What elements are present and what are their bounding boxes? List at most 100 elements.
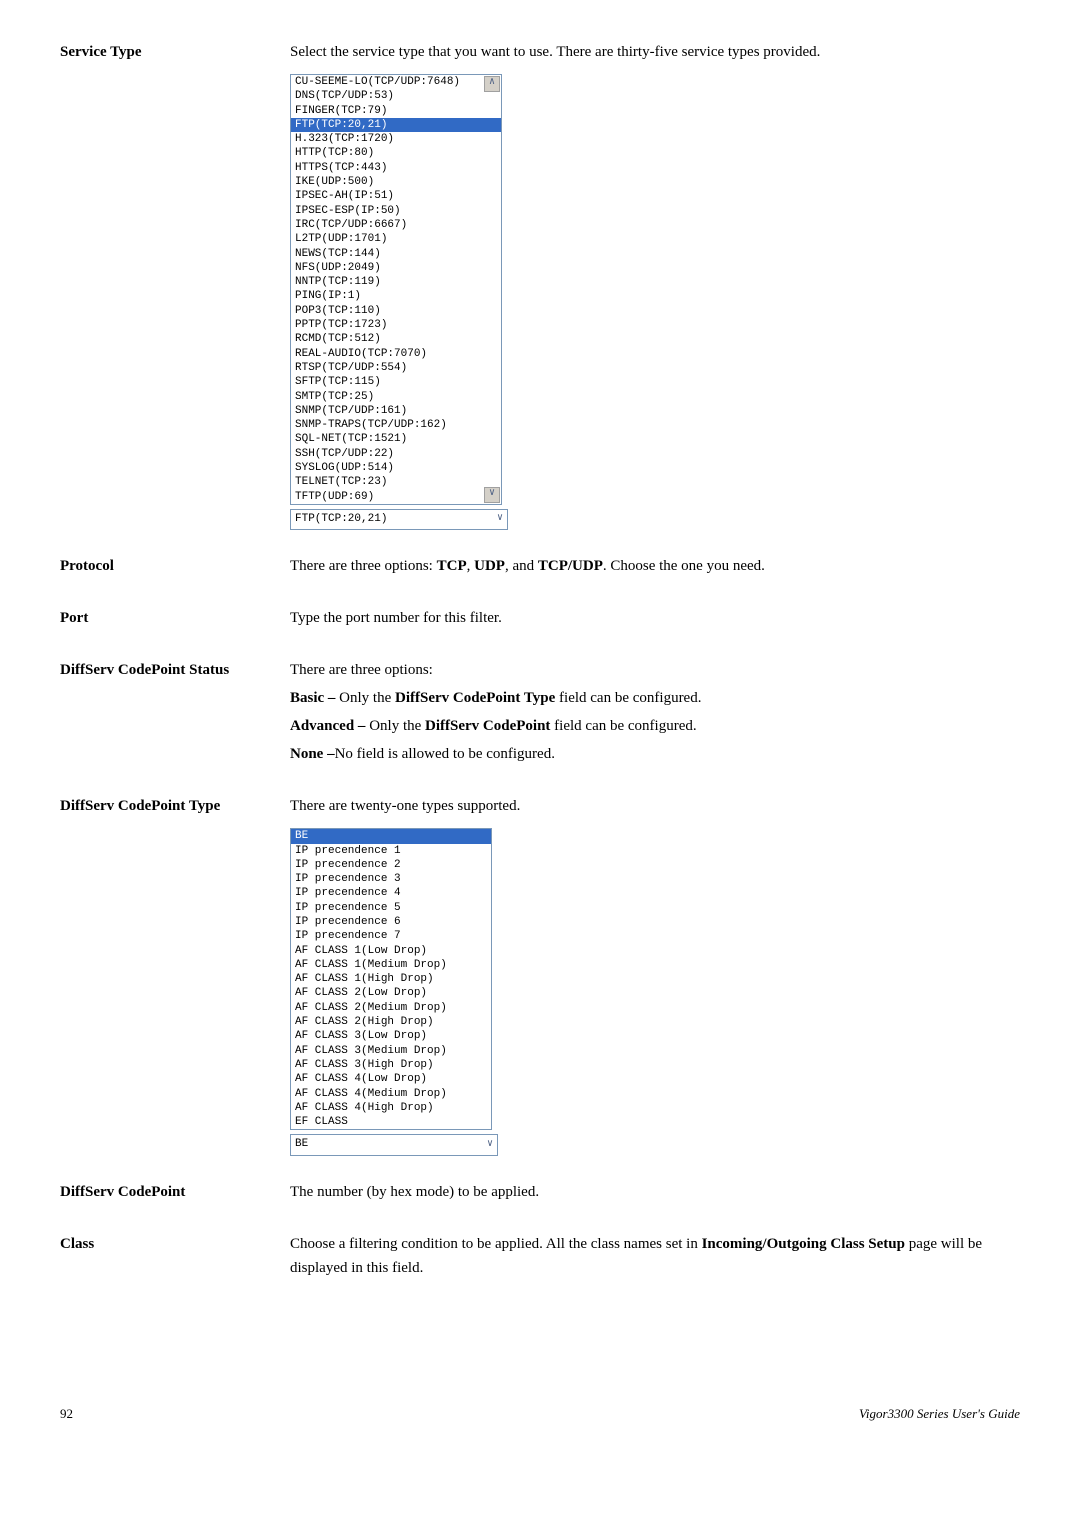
list-item[interactable]: AF CLASS 1(High Drop) [291,972,491,986]
list-item[interactable]: IP precendence 5 [291,901,491,915]
list-item[interactable]: PPTP(TCP:1723) [291,318,501,332]
dscp-status-line1: There are three options: [290,658,1020,682]
dscp-none-t: No field is allowed to be configured. [335,746,555,762]
class-b: Incoming/Outgoing Class Setup [702,1236,905,1252]
dscp-adv-b2: DiffServ CodePoint [425,718,550,734]
desc-dscp: The number (by hex mode) to be applied. [290,1180,1020,1208]
dscp-adv-t2: field can be configured. [550,718,696,734]
list-item[interactable]: TFTP(UDP:69) [291,490,501,504]
label-protocol: Protocol [60,554,290,578]
list-item[interactable]: L2TP(UDP:1701) [291,232,501,246]
list-item[interactable]: AF CLASS 4(Low Drop) [291,1072,491,1086]
list-item[interactable]: RTSP(TCP/UDP:554) [291,361,501,375]
protocol-udp: UDP [474,558,505,574]
dscp-basic-t1: Only the [339,690,395,706]
list-item[interactable]: AF CLASS 1(Medium Drop) [291,958,491,972]
row-class: Class Choose a filtering condition to be… [60,1232,1020,1284]
list-item[interactable]: AF CLASS 3(High Drop) [291,1058,491,1072]
list-item[interactable]: SQL-NET(TCP:1521) [291,432,501,446]
list-item[interactable]: SMTP(TCP:25) [291,390,501,404]
label-dscp: DiffServ CodePoint [60,1180,290,1204]
protocol-tcpudp: TCP/UDP [538,558,603,574]
list-item[interactable]: RCMD(TCP:512) [291,332,501,346]
list-item[interactable]: NFS(UDP:2049) [291,261,501,275]
dscp-basic-b2: DiffServ CodePoint Type [395,690,555,706]
desc-service-type: Select the service type that you want to… [290,40,1020,530]
service-type-listbox[interactable]: ∧ ∨ CU-SEEME-LO(TCP/UDP:7648)DNS(TCP/UDP… [290,74,502,505]
row-dscp-status: DiffServ CodePoint Status There are thre… [60,658,1020,770]
desc-port: Type the port number for this filter. [290,606,1020,634]
dscp-type-listbox[interactable]: BEIP precendence 1IP precendence 2IP pre… [290,828,492,1130]
scroll-up-icon[interactable]: ∧ [484,76,500,92]
row-dscp: DiffServ CodePoint The number (by hex mo… [60,1180,1020,1208]
list-item[interactable]: IPSEC-AH(IP:51) [291,189,501,203]
class-t1: Choose a filtering condition to be appli… [290,1236,702,1252]
desc-dscp-status: There are three options: Basic – Only th… [290,658,1020,770]
protocol-text-post: . Choose the one you need. [603,558,765,574]
port-text: Type the port number for this filter. [290,606,1020,630]
list-item[interactable]: TELNET(TCP:23) [291,475,501,489]
label-port: Port [60,606,290,630]
scroll-down-icon[interactable]: ∨ [484,487,500,503]
list-item[interactable]: IP precendence 4 [291,886,491,900]
label-class: Class [60,1232,290,1256]
dscp-type-dropdown-value: BE [295,1136,308,1154]
list-item[interactable]: IP precendence 3 [291,872,491,886]
list-item[interactable]: IP precendence 2 [291,858,491,872]
list-item[interactable]: POP3(TCP:110) [291,304,501,318]
list-item[interactable]: NEWS(TCP:144) [291,247,501,261]
service-type-dropdown[interactable]: FTP(TCP:20,21) ∨ [290,509,508,531]
list-item[interactable]: AF CLASS 1(Low Drop) [291,944,491,958]
list-item[interactable]: SSH(TCP/UDP:22) [291,447,501,461]
dscp-text: The number (by hex mode) to be applied. [290,1180,1020,1204]
list-item[interactable]: IP precendence 1 [291,844,491,858]
protocol-text-pre: There are three options: [290,558,437,574]
list-item[interactable]: SYSLOG(UDP:514) [291,461,501,475]
list-item[interactable]: HTTPS(TCP:443) [291,161,501,175]
page-number: 92 [60,1404,73,1425]
guide-title: Vigor3300 Series User's Guide [859,1404,1020,1425]
list-item[interactable]: IRC(TCP/UDP:6667) [291,218,501,232]
list-item[interactable]: AF CLASS 3(Low Drop) [291,1029,491,1043]
list-item[interactable]: AF CLASS 3(Medium Drop) [291,1044,491,1058]
list-item[interactable]: HTTP(TCP:80) [291,146,501,160]
list-item[interactable]: IKE(UDP:500) [291,175,501,189]
desc-dscp-type: There are twenty-one types supported. BE… [290,794,1020,1156]
dscp-adv-b: Advanced – [290,718,369,734]
row-protocol: Protocol There are three options: TCP, U… [60,554,1020,582]
row-dscp-type: DiffServ CodePoint Type There are twenty… [60,794,1020,1156]
list-item[interactable]: FINGER(TCP:79) [291,104,501,118]
list-item[interactable]: FTP(TCP:20,21) [291,118,501,132]
list-item[interactable]: SFTP(TCP:115) [291,375,501,389]
list-item[interactable]: EF CLASS [291,1115,491,1129]
label-dscp-status: DiffServ CodePoint Status [60,658,290,682]
dscp-basic-b: Basic – [290,690,339,706]
list-item[interactable]: AF CLASS 4(High Drop) [291,1101,491,1115]
dscp-type-dropdown[interactable]: BE ∨ [290,1134,498,1156]
label-service-type: Service Type [60,40,290,64]
list-item[interactable]: AF CLASS 2(Medium Drop) [291,1001,491,1015]
protocol-sep1: , [467,558,475,574]
list-item[interactable]: IPSEC-ESP(IP:50) [291,204,501,218]
label-dscp-type: DiffServ CodePoint Type [60,794,290,818]
list-item[interactable]: AF CLASS 2(Low Drop) [291,986,491,1000]
row-port: Port Type the port number for this filte… [60,606,1020,634]
list-item[interactable]: BE [291,829,491,843]
service-type-dropdown-value: FTP(TCP:20,21) [295,511,387,529]
dscp-basic-t2: field can be configured. [555,690,701,706]
list-item[interactable]: IP precendence 7 [291,929,491,943]
list-item[interactable]: DNS(TCP/UDP:53) [291,89,501,103]
list-item[interactable]: H.323(TCP:1720) [291,132,501,146]
list-item[interactable]: NNTP(TCP:119) [291,275,501,289]
list-item[interactable]: AF CLASS 2(High Drop) [291,1015,491,1029]
list-item[interactable]: SNMP-TRAPS(TCP/UDP:162) [291,418,501,432]
chevron-down-icon: ∨ [487,1137,493,1153]
list-item[interactable]: AF CLASS 4(Medium Drop) [291,1087,491,1101]
protocol-sep2: , and [505,558,538,574]
list-item[interactable]: REAL-AUDIO(TCP:7070) [291,347,501,361]
list-item[interactable]: PING(IP:1) [291,289,501,303]
list-item[interactable]: SNMP(TCP/UDP:161) [291,404,501,418]
list-item[interactable]: CU-SEEME-LO(TCP/UDP:7648) [291,75,501,89]
list-item[interactable]: IP precendence 6 [291,915,491,929]
dscp-none-b: None – [290,746,335,762]
